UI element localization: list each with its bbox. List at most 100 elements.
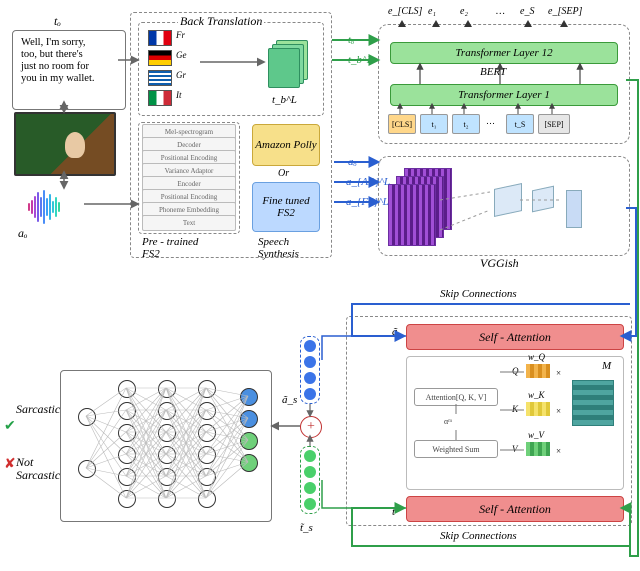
nn-node xyxy=(118,380,136,398)
sarcastic-label: Sarcastic xyxy=(16,402,60,417)
finetuned-fs2-block: Fine tuned FS2 xyxy=(252,182,320,232)
token-t2: t₂ xyxy=(452,114,480,134)
nn-node xyxy=(158,402,176,420)
wq-matrix xyxy=(526,364,550,378)
self-attention-top: Self - Attention xyxy=(406,324,624,350)
nn-node xyxy=(198,490,216,508)
token-t2-label: t₂ xyxy=(463,120,468,129)
flag-fr-label: Fr xyxy=(176,30,185,40)
nn-node xyxy=(198,446,216,464)
nn-node xyxy=(158,446,176,464)
wv-matrix xyxy=(526,442,550,456)
v-label: V xyxy=(512,444,518,454)
bert-layer1-label: Transformer Layer 1 xyxy=(458,89,550,101)
finetuned-fs2-label: Fine tuned FS2 xyxy=(253,195,319,219)
spectrogram-icon xyxy=(388,184,436,246)
self-attention-bottom-label: Self - Attention xyxy=(479,502,551,517)
bert-name: BERT xyxy=(480,66,506,78)
fs2-caption: Pre - trained FS2 xyxy=(142,236,198,260)
synth-or: Or xyxy=(278,168,289,179)
nn-node xyxy=(240,432,258,450)
vggish-name: VGGish xyxy=(480,256,519,271)
arrow-up-icon xyxy=(398,20,406,27)
token-ts-label: t_S xyxy=(515,120,526,129)
vggish-in-fsL: a_{FS}^L xyxy=(346,196,389,208)
flag-de-label: Ge xyxy=(176,50,187,60)
weighted-sum: Weighted Sum xyxy=(414,440,498,458)
label-ao: aₒ xyxy=(18,226,27,241)
nn-node xyxy=(78,408,96,426)
alpha-text: αᵐ xyxy=(444,417,452,426)
emb-sep: e_[SEP] xyxy=(548,6,582,17)
q-label: Q xyxy=(512,366,519,376)
a-tilde: ã xyxy=(392,326,398,338)
nn-node xyxy=(118,424,136,442)
vggish-in-ao: aₒ xyxy=(348,156,357,168)
translated-docs-icon xyxy=(268,40,308,88)
alpha-label: αᵐ xyxy=(436,414,460,428)
plus-icon: + xyxy=(300,416,322,438)
times1: × xyxy=(556,368,561,378)
synth-caption: Speech Synthesis xyxy=(258,236,299,260)
emb-es: e_S xyxy=(520,6,534,17)
self-attention-bottom: Self - Attention xyxy=(406,496,624,522)
token-cls-label: [CLS] xyxy=(392,120,412,129)
token-sep: [SEP] xyxy=(538,114,570,134)
vggish-in-apL: a_{AP}^L xyxy=(346,176,390,188)
nn-node xyxy=(198,380,216,398)
nn-node xyxy=(198,424,216,442)
flag-it-label: It xyxy=(176,90,182,100)
bert-layer12: Transformer Layer 12 xyxy=(390,42,618,64)
arrow-up-icon xyxy=(432,20,440,27)
back-translation-title: Back Translation xyxy=(178,14,264,29)
nn-node xyxy=(158,468,176,486)
m-label: M xyxy=(602,360,611,372)
nn-node xyxy=(158,380,176,398)
a-s-label: ã_s xyxy=(282,394,297,406)
flag-it-icon xyxy=(148,90,172,106)
nn-node xyxy=(158,424,176,442)
nn-node xyxy=(78,460,96,478)
k-label: K xyxy=(512,404,518,414)
video-frame xyxy=(14,112,116,176)
flag-gr-label: Gr xyxy=(176,70,186,80)
label-tbL: t_b^L xyxy=(272,94,297,106)
token-t1-label: t₁ xyxy=(431,120,436,129)
not-sarcastic-label: Not Sarcastic xyxy=(16,456,60,482)
nn-node xyxy=(198,402,216,420)
emb-e2: e₂ xyxy=(460,6,468,17)
conv-cube-icon xyxy=(494,183,522,217)
wv-label: w_V xyxy=(528,430,544,440)
fs2-row: Text xyxy=(142,215,236,231)
utterance-card: Well, I'm sorry, too, but there's just n… xyxy=(12,30,126,110)
not-cross: ✘ xyxy=(4,456,16,473)
nn-node xyxy=(118,490,136,508)
self-attention-top-label: Self - Attention xyxy=(479,330,551,345)
skip-top: Skip Connections xyxy=(440,288,517,300)
amazon-polly-label: Amazon Polly xyxy=(255,139,316,151)
flag-gr-icon xyxy=(148,70,172,86)
waveform-icon xyxy=(28,190,60,224)
arrow-up-icon xyxy=(464,20,472,27)
token-cls: [CLS] xyxy=(388,114,416,134)
bert-in-tbL: t_b^L xyxy=(348,54,373,66)
wk-label: w_K xyxy=(528,390,545,400)
weighted-sum-label: Weighted Sum xyxy=(432,445,479,454)
m-matrix xyxy=(572,380,614,426)
a-s-vector xyxy=(300,336,320,404)
t-s-label: t̃_s xyxy=(300,522,313,534)
nn-node xyxy=(240,454,258,472)
wk-matrix xyxy=(526,402,550,416)
nn-node xyxy=(118,446,136,464)
utterance-text: Well, I'm sorry, too, but there's just n… xyxy=(21,37,125,85)
arrow-up-icon xyxy=(524,20,532,27)
diagram-stage: { "input": { "to_label": "t\u2092", "utt… xyxy=(0,0,640,571)
nn-node xyxy=(118,468,136,486)
nn-node xyxy=(240,388,258,406)
emb-dots: … xyxy=(496,6,505,17)
nn-node xyxy=(118,402,136,420)
t-tilde: t̃ xyxy=(392,506,395,518)
conv-cube-icon xyxy=(532,186,554,213)
arrow-up-icon xyxy=(560,20,568,27)
times3: × xyxy=(556,446,561,456)
